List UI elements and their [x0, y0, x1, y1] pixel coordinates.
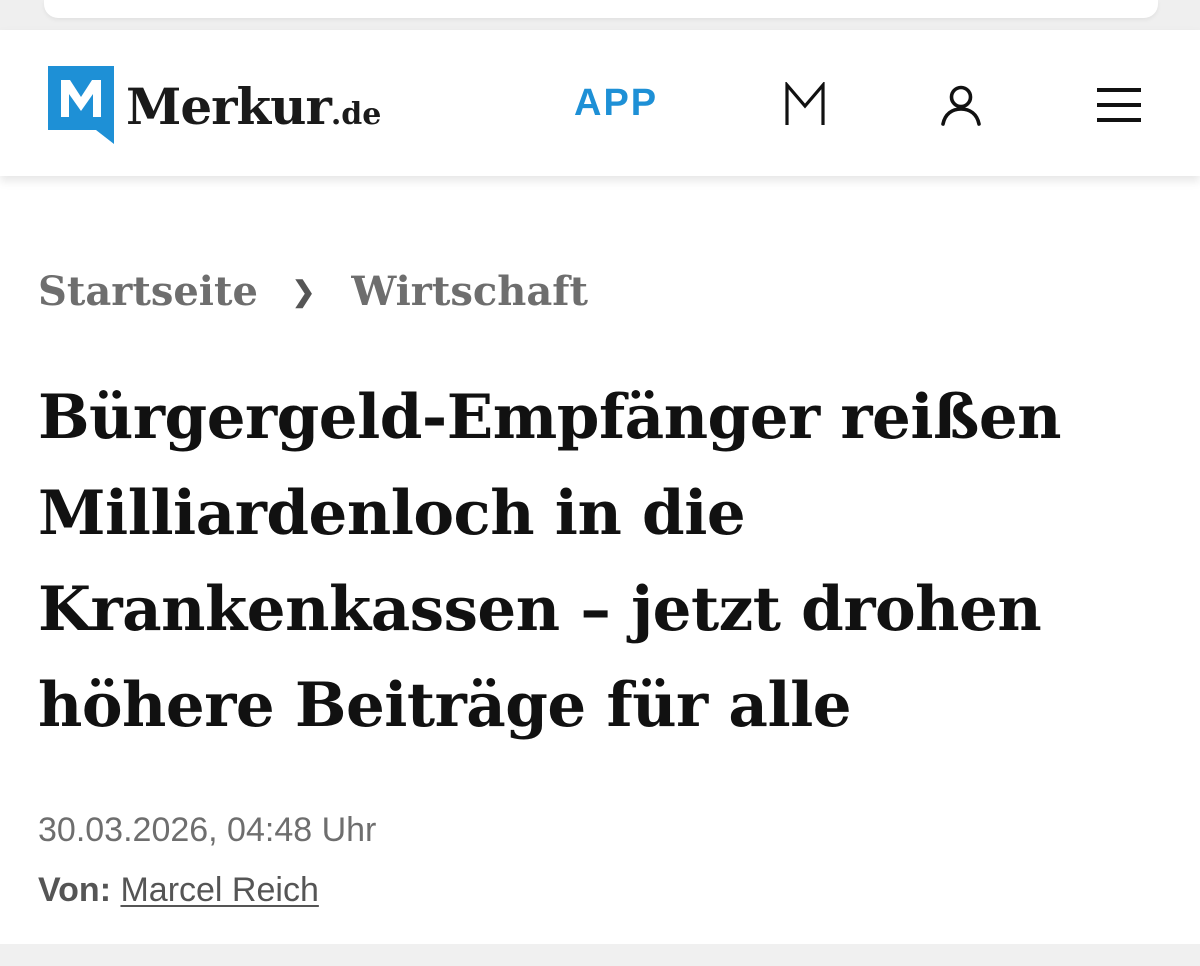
menu-icon	[1097, 88, 1141, 122]
account-button[interactable]	[936, 80, 986, 130]
publish-date: 30.03.2026, 04:48 Uhr	[38, 811, 377, 849]
app-link[interactable]: APP	[574, 81, 658, 125]
user-icon	[941, 85, 981, 126]
article-headline: Bürgergeld-Empfänger reißen Milliardenlo…	[38, 382, 1062, 741]
site-header: Merkur.de APP	[0, 30, 1200, 176]
breadcrumb-item-startseite[interactable]: Startseite	[38, 264, 258, 320]
merkur-logo[interactable]: Merkur.de	[48, 65, 381, 145]
logo-suffix: .de	[330, 97, 382, 132]
logo-name: Merkur	[126, 77, 332, 136]
author-link[interactable]: Marcel Reich	[120, 871, 318, 909]
browser-bar-edge	[44, 0, 1158, 18]
breadcrumb: Startseite ❯ Wirtschaft	[38, 264, 588, 320]
breadcrumb-separator-icon: ❯	[291, 275, 316, 308]
logo-wordmark: Merkur.de	[126, 78, 381, 132]
top-strip	[0, 0, 1200, 30]
m-button[interactable]	[780, 80, 830, 130]
article-area: Startseite ❯ Wirtschaft Bürgergeld-Empfä…	[0, 176, 1200, 944]
breadcrumb-item-wirtschaft[interactable]: Wirtschaft	[351, 264, 588, 320]
menu-button[interactable]	[1094, 80, 1144, 130]
author-label: Von:	[38, 871, 112, 909]
m-icon	[785, 82, 825, 125]
author-line: Von: Marcel Reich	[38, 868, 319, 912]
merkur-logo-mark	[48, 66, 114, 144]
